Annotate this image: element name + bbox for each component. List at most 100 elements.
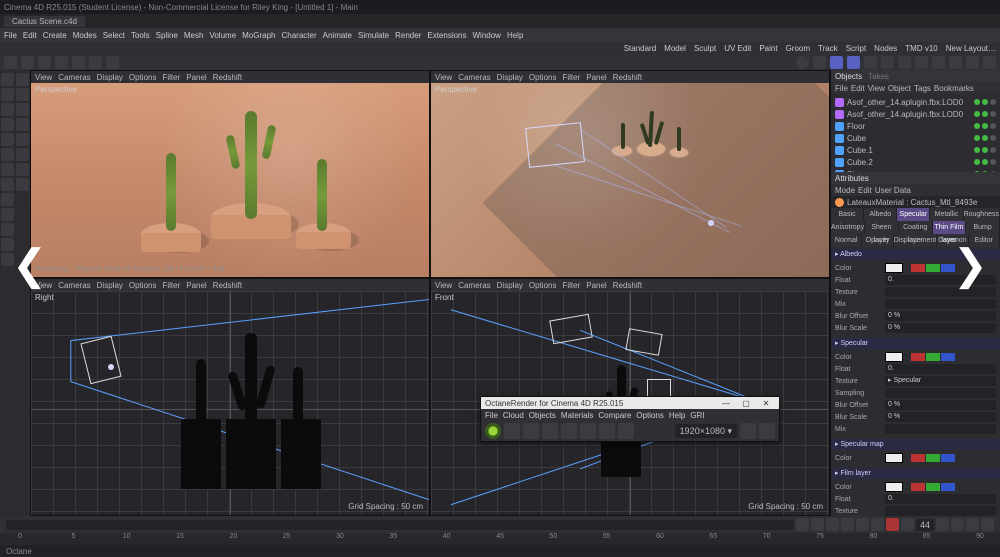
layout-new-layout-[interactable]: New Layout… (946, 44, 996, 53)
palette-btn[interactable] (1, 103, 14, 116)
octane-resolution[interactable]: 1920×1080 ▾ (675, 424, 737, 438)
viewport-menu[interactable]: ViewCamerasDisplayOptionsFilterPanelReds… (431, 71, 829, 83)
viewport-menu[interactable]: ViewCamerasDisplayOptionsFilterPanelReds… (31, 279, 429, 291)
layout-tmd-v10[interactable]: TMD v10 (905, 44, 937, 53)
octane-window[interactable]: OctaneRender for Cinema 4D R25.015 — ▢ ✕… (480, 396, 780, 442)
octane-tool[interactable] (740, 423, 756, 439)
prev-key[interactable] (811, 518, 824, 531)
attr-tab-metallic[interactable]: Metallic (930, 208, 963, 221)
octane-menu-help[interactable]: Help (669, 411, 685, 420)
vp-menu-display[interactable]: Display (97, 73, 123, 82)
octane-menu-objects[interactable]: Objects (529, 411, 556, 420)
mode-poly[interactable] (881, 56, 894, 69)
scene-tab[interactable]: Cactus Scene.c4d (4, 16, 85, 27)
layout-track[interactable]: Track (818, 44, 838, 53)
carousel-prev-icon[interactable]: ❮ (12, 240, 47, 289)
maximize-button[interactable]: ▢ (737, 398, 755, 408)
palette-btn[interactable] (1, 178, 14, 191)
palette-btn[interactable] (1, 88, 14, 101)
menu-animate[interactable]: Animate (323, 31, 352, 40)
snap-toggle[interactable] (813, 56, 826, 69)
palette-btn[interactable] (16, 133, 29, 146)
attr-float[interactable]: Float0. (835, 363, 996, 375)
menu-render[interactable]: Render (395, 31, 421, 40)
octane-tool[interactable] (504, 423, 520, 439)
attr-blur-scale[interactable]: Blur Scale0 % (835, 411, 996, 423)
vp-menu-redshift[interactable]: Redshift (213, 73, 242, 82)
palette-btn[interactable] (16, 73, 29, 86)
attr-tab-anisotropy[interactable]: Anisotropy (831, 221, 865, 234)
section-film-layer[interactable]: ▸ Film layer (831, 468, 1000, 479)
palette-btn[interactable] (1, 163, 14, 176)
section-specular[interactable]: ▸ Specular (831, 338, 1000, 349)
carousel-next-icon[interactable]: ❯ (953, 240, 988, 289)
minimize-button[interactable]: — (717, 398, 735, 408)
palette-btn[interactable] (1, 148, 14, 161)
menu-create[interactable]: Create (43, 31, 67, 40)
octane-tool[interactable] (580, 423, 596, 439)
palette-btn[interactable] (16, 148, 29, 161)
vp-menu-filter[interactable]: Filter (162, 73, 180, 82)
render-view[interactable] (898, 56, 911, 69)
vp-menu-view[interactable]: View (435, 73, 452, 82)
viewport-tl[interactable]: ViewCamerasDisplayOptionsFilterPanelReds… (30, 70, 430, 278)
vp-menu-redshift[interactable]: Redshift (213, 281, 242, 290)
vp-menu-options[interactable]: Options (129, 73, 157, 82)
octane-menu-compare[interactable]: Compare (598, 411, 631, 420)
menu-tools[interactable]: Tools (131, 31, 150, 40)
axis-world[interactable] (796, 56, 809, 69)
mode-model[interactable] (830, 56, 843, 69)
frame-ruler[interactable]: 051015202530354045505560657075808590 (0, 533, 1000, 545)
color-swatch[interactable] (885, 263, 903, 273)
attr-tab-opacity[interactable]: Opacity (862, 234, 893, 247)
attr-tab-thin-film-layer[interactable]: Thin Film layer (933, 221, 967, 234)
color-swatch[interactable] (885, 482, 903, 492)
vp-menu-display[interactable]: Display (497, 281, 523, 290)
octane-tool[interactable] (542, 423, 558, 439)
attr-blur-scale[interactable]: Blur Scale0 % (835, 322, 996, 334)
vp-menu-filter[interactable]: Filter (162, 281, 180, 290)
menu-spline[interactable]: Spline (156, 31, 178, 40)
layout-groom[interactable]: Groom (786, 44, 810, 53)
attr-texture[interactable]: Texture (835, 505, 996, 516)
layout-standard[interactable]: Standard (624, 44, 656, 53)
attr-tab-normal[interactable]: Normal (831, 234, 862, 247)
vp-menu-panel[interactable]: Panel (586, 281, 606, 290)
layout-model[interactable]: Model (664, 44, 686, 53)
attr-tab-coating-layer[interactable]: Coating layer (899, 221, 933, 234)
play-back[interactable] (826, 518, 839, 531)
octane-tool[interactable] (599, 423, 615, 439)
vp-menu-filter[interactable]: Filter (562, 281, 580, 290)
viewport-tr[interactable]: ViewCamerasDisplayOptionsFilterPanelReds… (430, 70, 830, 278)
frame-field[interactable]: 44 (916, 519, 934, 531)
objects-tab[interactable]: Objects (835, 72, 862, 81)
menu-volume[interactable]: Volume (209, 31, 236, 40)
attr-color[interactable]: Color (835, 351, 996, 363)
objects-tree[interactable]: Asof_other_14.aplugin.fbx.LOD0 Asof_othe… (831, 94, 1000, 172)
menu-modes[interactable]: Modes (73, 31, 97, 40)
menu-simulate[interactable]: Simulate (358, 31, 389, 40)
palette-btn[interactable] (1, 223, 14, 236)
octane-tool[interactable] (523, 423, 539, 439)
menu-mograph[interactable]: MoGraph (242, 31, 275, 40)
vp-menu-cameras[interactable]: Cameras (58, 281, 90, 290)
octane-tool[interactable] (618, 423, 634, 439)
redo-button[interactable] (21, 56, 34, 69)
menu-select[interactable]: Select (103, 31, 125, 40)
palette-btn[interactable] (16, 163, 29, 176)
goto-start[interactable] (796, 518, 809, 531)
vp-menu-options[interactable]: Options (529, 73, 557, 82)
key-scale[interactable] (951, 518, 964, 531)
attr-blur-offset[interactable]: Blur Offset0 % (835, 399, 996, 411)
menu-edit[interactable]: Edit (23, 31, 37, 40)
mode-point[interactable] (847, 56, 860, 69)
mode-edge[interactable] (864, 56, 877, 69)
x-lock[interactable] (932, 56, 945, 69)
object-row[interactable]: Cube (831, 132, 1000, 144)
octane-tool[interactable] (561, 423, 577, 439)
menu-window[interactable]: Window (473, 31, 501, 40)
menu-extensions[interactable]: Extensions (427, 31, 466, 40)
rotate-tool[interactable] (106, 56, 119, 69)
obj-cmd-file[interactable]: File (835, 84, 848, 93)
palette-btn[interactable] (1, 73, 14, 86)
